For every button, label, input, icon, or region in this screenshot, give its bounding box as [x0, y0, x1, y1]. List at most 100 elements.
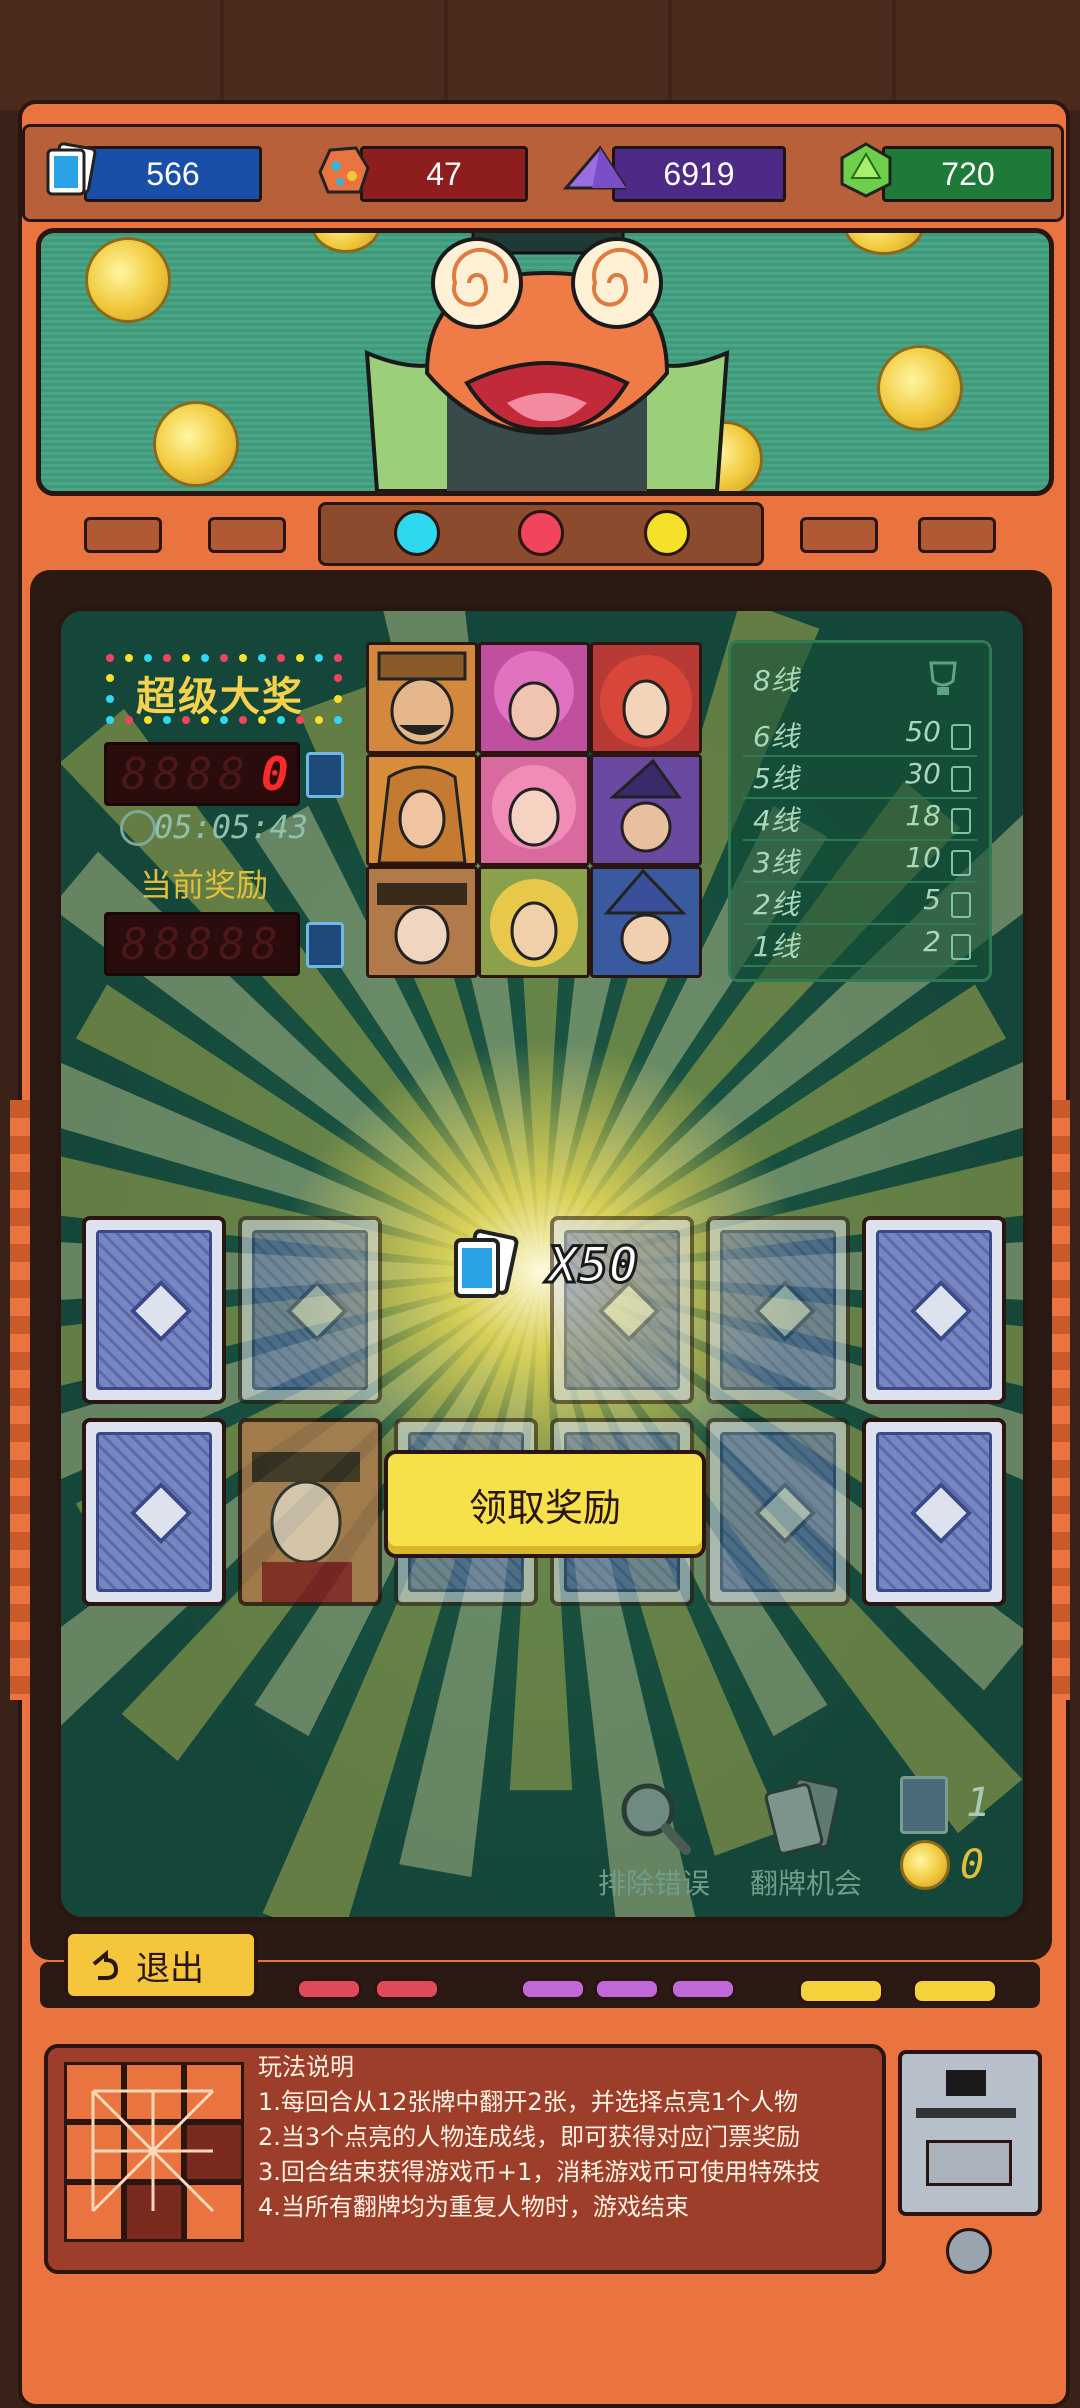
clock-icon — [120, 810, 156, 846]
line-reward-value: 10 — [905, 841, 941, 874]
current-reward-label: 当前奖励 — [140, 866, 269, 904]
ticket-icon — [951, 850, 971, 876]
line-label: 6线 — [753, 720, 799, 753]
coin-decoration — [153, 401, 239, 487]
character-witch-hat[interactable] — [590, 754, 702, 866]
rule-item: 1.每回合从12张牌中翻开2张，并选择点亮1个人物 — [258, 2088, 798, 2116]
cyan-light — [394, 510, 440, 556]
card-count-icon — [900, 1776, 948, 1834]
jackpot-display-ghost: 8888 — [121, 749, 251, 800]
back-arrow-icon — [92, 1949, 119, 1980]
coin-decoration — [85, 237, 171, 323]
magnifier-icon[interactable] — [612, 1776, 696, 1860]
ticket-small-icon — [306, 922, 344, 968]
ticket-counter: 566 — [84, 146, 262, 202]
character-pink-girl[interactable] — [478, 642, 590, 754]
cabinet-pad — [918, 517, 996, 553]
card-back-pattern — [876, 1432, 992, 1592]
line-label: 8线 — [753, 664, 799, 697]
exit-button[interactable]: 退出 — [64, 1930, 258, 2000]
diamond-icon — [753, 1481, 817, 1545]
rule-item: 2.当3个点亮的人物连成线，即可获得对应门票奖励 — [258, 2123, 801, 2151]
character-red-hair[interactable] — [590, 642, 702, 754]
face-down-card[interactable] — [82, 1216, 226, 1404]
gem-count: 720 — [941, 155, 995, 192]
remove-error-label[interactable]: 排除错误 — [598, 1862, 710, 1902]
jackpot-title-frame: 超级大奖 — [104, 652, 344, 726]
rule-item: 4.当所有翻牌均为重复人物时，游戏结束 — [258, 2193, 689, 2221]
card-back-pattern — [720, 1230, 836, 1390]
line-label: 4线 — [753, 804, 799, 837]
face-down-card[interactable] — [238, 1216, 382, 1404]
card-back-pattern — [720, 1432, 836, 1592]
ore-count: 47 — [426, 155, 462, 192]
character-wizard[interactable] — [590, 866, 702, 978]
ore-icon — [310, 138, 374, 202]
cabinet-pad — [208, 517, 286, 553]
ticket-count: 566 — [146, 155, 200, 192]
cabinet-pad — [84, 517, 162, 553]
line-reward-value: 5 — [923, 883, 941, 916]
red-light — [518, 510, 564, 556]
line-reward-row: 3线 10 — [731, 841, 989, 881]
yellow-light — [644, 510, 690, 556]
line-reward-table: 8线 6线 50 5线 30 4线 18 3线 10 2线 5 1线 2 — [728, 640, 992, 982]
keyhole-icon — [946, 2228, 992, 2274]
character-old-hunter[interactable] — [366, 866, 478, 978]
gem-counter: 720 — [882, 146, 1054, 202]
line-label: 3线 — [753, 846, 799, 879]
diamond-icon — [285, 1279, 349, 1343]
character-pink-lady[interactable] — [478, 754, 590, 866]
ticket-icon — [951, 808, 971, 834]
line-label: 1线 — [753, 930, 799, 963]
character-cowboy[interactable] — [366, 642, 478, 754]
machine-tray — [926, 2140, 1012, 2186]
rule-item: 3.回合结束获得游戏币+1，消耗游戏币可使用特殊技 — [258, 2158, 821, 2186]
claim-reward-button[interactable]: 领取奖励 — [384, 1450, 706, 1558]
character-grid — [366, 642, 702, 978]
line-reward-row: 6线 50 — [731, 715, 989, 755]
coin-decoration — [877, 345, 963, 431]
machine-slot — [916, 2108, 1016, 2118]
character-hooded[interactable] — [366, 754, 478, 866]
coin-count: 0 — [960, 1842, 985, 1888]
row-divider — [743, 965, 977, 967]
line-reward-value: 2 — [923, 925, 941, 958]
face-down-card[interactable] — [862, 1216, 1006, 1404]
ticket-small-icon — [306, 752, 344, 798]
line-reward-value: 50 — [905, 715, 941, 748]
console-button-yellow — [798, 1978, 884, 2004]
console-button-yellow — [912, 1978, 998, 2004]
cabinet-side-stripe-left — [10, 1100, 32, 1700]
flip-chance-label[interactable]: 翻牌机会 — [750, 1862, 862, 1902]
reward-multiplier: X50 — [546, 1235, 639, 1296]
line-label: 2线 — [753, 888, 799, 921]
character-blonde[interactable] — [478, 866, 590, 978]
ticket-icon — [951, 892, 971, 918]
face-down-card[interactable] — [706, 1216, 850, 1404]
diamond-icon — [129, 1279, 193, 1343]
card-flip-icon[interactable] — [760, 1776, 850, 1860]
jackpot-timer: 05:05:43 — [154, 808, 309, 846]
rules-text: 玩法说明 1.每回合从12张牌中翻开2张，并选择点亮1个人物 2.当3个点亮的人… — [258, 2050, 820, 2225]
line-reward-value: 18 — [905, 799, 941, 832]
console-button-red — [296, 1978, 362, 2000]
ticket-reward-icon — [446, 1226, 530, 1306]
trophy-icon — [929, 661, 957, 695]
card-back-pattern — [252, 1230, 368, 1390]
line-reward-value: 30 — [905, 757, 941, 790]
face-down-card[interactable] — [706, 1418, 850, 1606]
claim-reward-label: 领取奖励 — [468, 1485, 621, 1530]
console-button-red — [374, 1978, 440, 2000]
console-button-purple — [520, 1978, 586, 2000]
revealed-card-hunter[interactable] — [238, 1418, 382, 1606]
line-pattern-icon — [91, 2089, 215, 2213]
crystal-count: 6919 — [663, 155, 735, 192]
diamond-icon — [129, 1481, 193, 1545]
rules-title: 玩法说明 — [258, 2053, 354, 2081]
rules-line-diagram — [64, 2062, 244, 2242]
face-down-card[interactable] — [862, 1418, 1006, 1606]
face-down-card[interactable] — [82, 1418, 226, 1606]
exit-label: 退出 — [136, 1948, 204, 1989]
card-back-pattern — [96, 1432, 212, 1592]
